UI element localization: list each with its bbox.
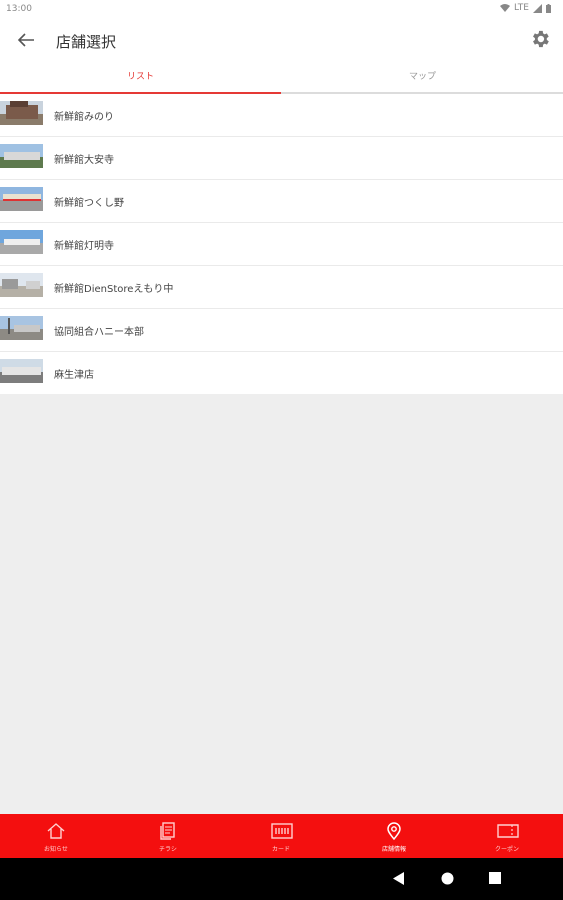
page-title: 店舗選択 <box>56 33 117 51</box>
status-icons: LTE <box>500 3 551 13</box>
store-photo <box>0 230 43 254</box>
coupon-icon <box>497 824 519 838</box>
wifi-icon <box>500 3 511 12</box>
list-item[interactable]: 麻生津店 <box>0 352 563 394</box>
store-photo <box>0 144 43 168</box>
store-name: 新鮮館つくし野 <box>54 198 124 209</box>
list-item[interactable]: 新鮮館みのり <box>0 94 563 137</box>
network-label: LTE <box>514 3 529 13</box>
signal-icon <box>533 3 542 13</box>
list-item[interactable]: 協同組合ハニー本部 <box>0 309 563 352</box>
nav-label: お知らせ <box>44 846 68 853</box>
tab-map[interactable]: マップ <box>282 62 563 92</box>
status-bar: 13:00 LTE <box>0 0 563 18</box>
nav-label: チラシ <box>159 846 177 853</box>
list-item[interactable]: 新鮮館大安寺 <box>0 137 563 180</box>
store-name: 新鮮館DienStoreえもり中 <box>54 284 174 295</box>
store-name: 麻生津店 <box>54 370 94 381</box>
store-list: 新鮮館みのり 新鮮館大安寺 新鮮館つくし野 新鮮館灯明寺 新鮮館DienStor… <box>0 94 563 394</box>
store-photo <box>0 187 43 211</box>
card-icon <box>271 823 293 839</box>
nav-item-coupon[interactable]: クーポン <box>451 814 563 858</box>
back-arrow-icon[interactable] <box>14 28 38 52</box>
location-pin-icon <box>387 822 401 841</box>
nav-label: カード <box>271 846 290 853</box>
store-photo <box>0 101 43 125</box>
store-photo <box>0 273 43 297</box>
status-time: 13:00 <box>6 4 32 14</box>
store-name: 新鮮館みのり <box>54 112 114 123</box>
system-recents-icon[interactable] <box>489 872 501 884</box>
nav-label: クーポン <box>494 846 519 853</box>
nav-label: 店舗情報 <box>381 846 406 853</box>
battery-icon <box>546 3 551 13</box>
flyer-icon <box>160 822 175 840</box>
store-photo <box>0 359 43 383</box>
home-icon <box>47 823 65 839</box>
list-item[interactable]: 新鮮館DienStoreえもり中 <box>0 266 563 309</box>
store-name: 新鮮館灯明寺 <box>54 241 114 252</box>
system-home-icon[interactable] <box>441 872 454 885</box>
bottom-navigation: お知らせ チラシ カード 店舗情報 クーポン <box>0 814 563 858</box>
store-name: 協同組合ハニー本部 <box>54 327 144 338</box>
app-bar: 店舗選択 <box>0 18 563 62</box>
gear-icon[interactable] <box>529 28 551 50</box>
system-back-icon[interactable] <box>393 872 405 885</box>
list-item[interactable]: 新鮮館灯明寺 <box>0 223 563 266</box>
tab-list[interactable]: リスト <box>0 62 281 94</box>
store-name: 新鮮館大安寺 <box>54 155 114 166</box>
system-navigation-bar <box>0 858 563 900</box>
list-item[interactable]: 新鮮館つくし野 <box>0 180 563 223</box>
nav-item-card[interactable]: カード <box>225 814 337 858</box>
nav-item-flyer[interactable]: チラシ <box>112 814 224 858</box>
tab-bar: リスト マップ <box>0 62 563 94</box>
store-photo <box>0 316 43 340</box>
nav-item-store-info[interactable]: 店舗情報 <box>338 814 450 858</box>
nav-item-news[interactable]: お知らせ <box>0 814 112 858</box>
